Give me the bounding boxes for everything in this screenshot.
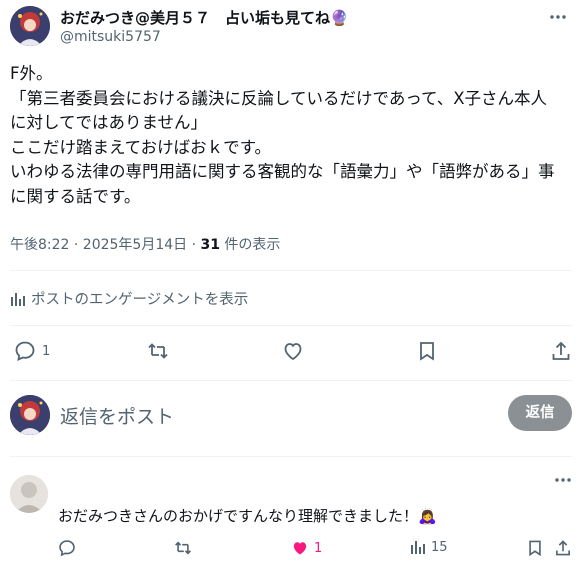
more-options-button[interactable] — [548, 8, 568, 26]
view-engagement-label: ポストのエンゲージメントを表示 — [31, 292, 249, 308]
divider — [10, 270, 572, 271]
reply-composer: 返信をポスト 返信 — [10, 395, 572, 437]
divider — [10, 325, 572, 326]
commenter-header[interactable] — [58, 471, 563, 491]
divider — [10, 380, 572, 381]
like-button[interactable] — [282, 340, 310, 362]
heart-icon — [284, 343, 302, 361]
retweet-icon — [175, 541, 191, 555]
share-button[interactable] — [550, 340, 578, 362]
comment-reply-button[interactable] — [58, 539, 81, 557]
bowing-emoji-icon: 🙇‍♀️ — [418, 507, 437, 525]
share-icon — [556, 540, 570, 556]
crystal-ball-icon: 🔮 — [330, 9, 349, 27]
views-count: 31 — [200, 237, 220, 253]
comment-more-button[interactable] — [554, 471, 572, 490]
reply-button[interactable]: 1 — [14, 340, 50, 362]
analytics-icon — [11, 292, 25, 306]
commenter-avatar[interactable] — [10, 475, 48, 513]
reply-icon — [59, 540, 75, 557]
more-horizontal-icon — [555, 478, 571, 482]
post-line: ここだけ踏まえておけばおｋです。 — [10, 137, 272, 157]
post-line: いわゆる法律の専門用語に関する客観的な「語彙力」や「語弊がある」事 — [10, 162, 555, 181]
post-meta: 午後8:22 · 2025年5月14日 · 31 件の表示 — [10, 234, 280, 254]
comment-text: おだみつきさんのおかげですんなり理解できました！🙇‍♀️ — [58, 505, 437, 526]
post-line: F外。 — [10, 64, 53, 83]
reply-input[interactable]: 返信をポスト — [60, 402, 174, 429]
composer-avatar[interactable] — [10, 395, 50, 435]
reply-count: 1 — [42, 343, 51, 359]
post-actions: 1 — [10, 340, 572, 364]
retweet-icon — [148, 343, 168, 359]
retweet-button[interactable] — [147, 340, 175, 362]
bookmark-icon — [420, 342, 434, 361]
post-timestamp[interactable]: 午後8:22 · 2025年5月14日 · — [10, 237, 201, 253]
share-icon — [552, 341, 570, 360]
comment-text-body: おだみつきさんのおかげですんなり理解できました！ — [58, 507, 419, 525]
comment-retweet-button[interactable] — [174, 539, 197, 557]
analytics-icon — [411, 541, 425, 554]
reply-submit-button[interactable]: 返信 — [508, 395, 572, 431]
commenter-name — [58, 471, 268, 483]
post-line: に対してではありません」 — [10, 113, 208, 132]
comment-views-count: 15 — [431, 539, 448, 555]
author-name-text: おだみつき@美月５７ 占い垢も見てね — [60, 9, 331, 27]
comment-share-button[interactable] — [554, 539, 572, 557]
view-engagement-link[interactable]: ポストのエンゲージメントを表示 — [10, 288, 248, 309]
comment-actions: 1 15 — [58, 539, 572, 559]
heart-filled-icon — [293, 542, 307, 555]
views-label: 件の表示 — [219, 237, 281, 253]
comment-like-count: 1 — [314, 540, 323, 556]
bookmark-button[interactable] — [416, 340, 444, 362]
comment-like-button[interactable]: 1 — [291, 539, 322, 557]
author-name[interactable]: おだみつき@美月５７ 占い垢も見てね🔮 — [60, 7, 349, 28]
reply-tweet[interactable]: おだみつきさんのおかげですんなり理解できました！🙇‍♀️ 1 — [0, 465, 582, 561]
bookmark-icon — [529, 540, 541, 557]
comment-views-button[interactable]: 15 — [410, 539, 448, 555]
comment-bookmark-button[interactable] — [526, 539, 544, 557]
more-horizontal-icon — [550, 15, 566, 19]
post-body: F外。 「第三者委員会における議決に反論しているだけであって、X子さん本人 に対… — [10, 62, 572, 209]
author-avatar[interactable] — [10, 6, 50, 46]
reply-icon — [15, 341, 35, 362]
post-header: おだみつき@美月５７ 占い垢も見てね🔮 @mitsuki5757 — [10, 6, 572, 48]
divider — [10, 456, 572, 457]
post-line: 「第三者委員会における議決に反論しているだけであって、X子さん本人 — [10, 88, 547, 108]
author-handle[interactable]: @mitsuki5757 — [60, 29, 161, 45]
post-line: に関する話です。 — [10, 186, 141, 206]
